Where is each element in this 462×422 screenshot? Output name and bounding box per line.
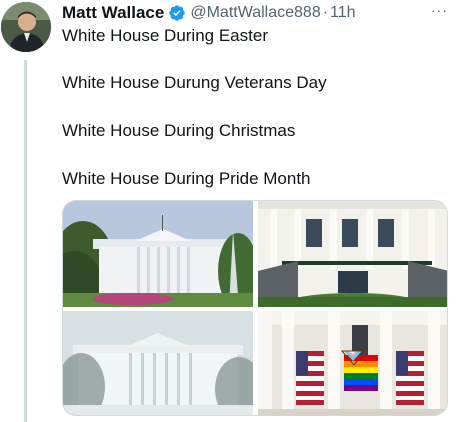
media-image-veterans-day[interactable] — [258, 201, 447, 307]
thread-line — [24, 60, 27, 422]
tweet-line-4: White House During Pride Month — [62, 169, 311, 188]
author-handle[interactable]: @MattWallace888 — [190, 4, 320, 22]
verified-badge-icon — [168, 4, 186, 22]
tweet-timestamp[interactable]: 11h — [330, 4, 356, 22]
tweet-line-3: White House During Christmas — [62, 121, 296, 140]
tweet-header: Matt Wallace @MattWallace888 · 11h — [62, 2, 356, 24]
separator-dot: · — [322, 4, 329, 21]
media-grid — [62, 200, 448, 416]
tweet-line-1: White House During Easter — [62, 26, 268, 45]
media-image-pride-month[interactable] — [258, 311, 447, 415]
media-image-christmas[interactable] — [63, 311, 253, 415]
tweet-line-2: White House Durung Veterans Day — [62, 73, 327, 92]
author-name[interactable]: Matt Wallace — [62, 3, 164, 23]
more-options-icon[interactable]: ··· — [431, 2, 448, 18]
media-image-easter[interactable] — [63, 201, 253, 307]
avatar[interactable] — [1, 2, 51, 52]
